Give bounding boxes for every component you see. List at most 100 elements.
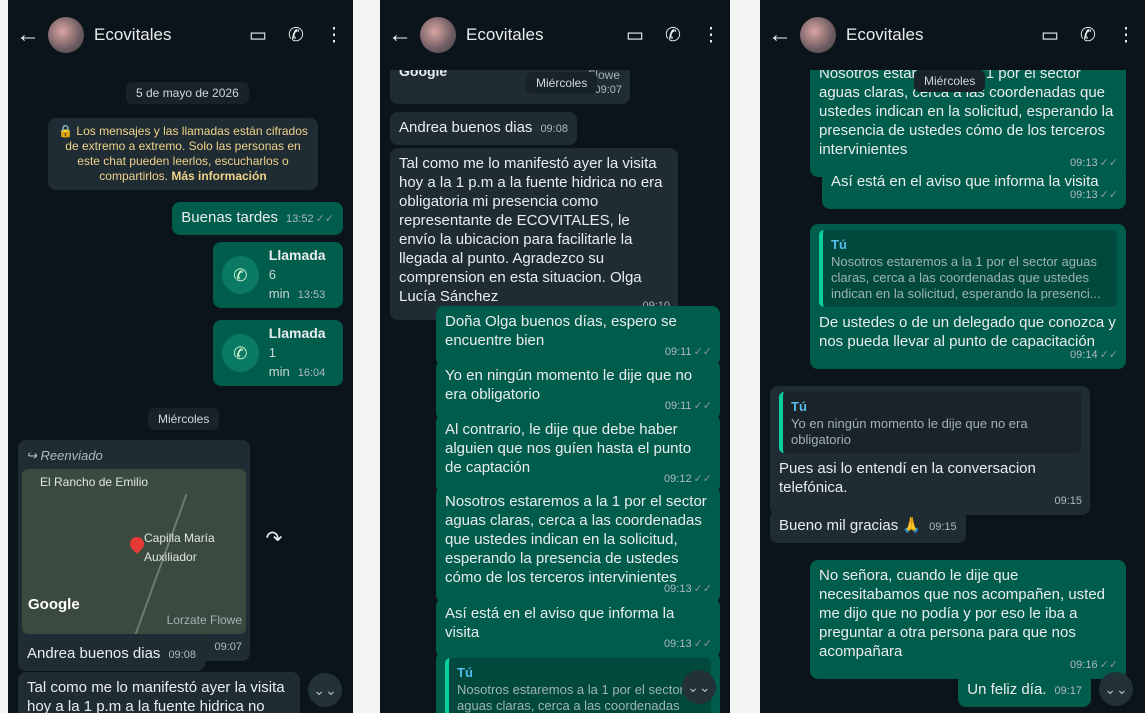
scroll-down-icon[interactable]: ⌄⌄ (682, 670, 716, 704)
map-caption: Lorzate Flowe (166, 613, 242, 627)
map-label: Capilla María Auxiliador (144, 531, 215, 564)
chat-header: ← Ecovitales ▭ ✆ ⋮ (8, 0, 353, 70)
quote-text: Nosotros estaremos a la 1 por el sector … (457, 682, 684, 713)
phone-icon[interactable]: ✆ (1069, 24, 1107, 47)
day-chip: Miércoles (148, 408, 220, 430)
message-in[interactable]: Andrea buenos dias 09:08 (18, 638, 205, 671)
read-ticks-icon: ✓✓ (693, 583, 712, 595)
call-bubble[interactable]: ✆ Llamada 1 min 16:04 (213, 320, 343, 386)
message-out[interactable]: No señora, cuando le dije que necesitaba… (810, 560, 1126, 679)
message-time: 09:17 (1054, 685, 1082, 697)
quote-author: Tú (791, 399, 807, 414)
quote-author: Tú (457, 665, 473, 680)
call-time: 16:04 (297, 366, 326, 379)
more-info-link[interactable]: Más información (171, 169, 266, 183)
call-bubble[interactable]: ✆ Llamada 6 min 13:53 (213, 242, 343, 308)
avatar[interactable] (420, 17, 456, 53)
phone-icon[interactable]: ✆ (654, 24, 692, 47)
lock-icon: 🔒 (58, 124, 74, 138)
message-out[interactable]: Tú Nosotros estaremos a la 1 por el sect… (810, 224, 1126, 369)
video-call-icon[interactable]: ▭ (1031, 24, 1069, 47)
message-text: Así está en el aviso que informa la visi… (445, 605, 675, 641)
scroll-down-icon[interactable]: ⌄⌄ (1099, 672, 1133, 706)
message-time: 09:11 (664, 346, 692, 358)
quote-text: Yo en ningún momento le dije que no era … (791, 416, 1028, 447)
read-ticks-icon: ✓✓ (693, 346, 712, 358)
message-time: 09:08 (540, 123, 568, 135)
forward-icon[interactable]: ↷ (256, 520, 292, 556)
message-out[interactable]: Buenas tardes 13:52 ✓✓ (172, 202, 343, 235)
encryption-notice[interactable]: 🔒 Los mensajes y las llamadas están cifr… (48, 118, 318, 190)
quoted-message[interactable]: Tú Nosotros estaremos a la 1 por el sect… (819, 230, 1117, 307)
message-text: Nosotros estaremos a la 1 por el sector … (445, 493, 707, 586)
quote-author: Tú (831, 237, 847, 252)
more-menu-icon[interactable]: ⋮ (1107, 24, 1145, 47)
message-time: 09:11 (664, 400, 692, 412)
back-arrow-icon[interactable]: ← (8, 21, 48, 49)
quoted-message[interactable]: Tú Nosotros estaremos a la 1 por el sect… (445, 658, 711, 713)
message-out[interactable]: Yo en ningún momento le dije que no era … (436, 360, 720, 420)
message-in[interactable]: Bueno mil gracias 🙏 09:15 (770, 510, 966, 543)
contact-name[interactable]: Ecovitales (846, 25, 1031, 45)
call-title: Llamada (268, 324, 326, 341)
message-text: Bueno mil gracias 🙏 (779, 517, 922, 534)
chat-screenshot-1: ← Ecovitales ▭ ✆ ⋮ 5 de mayo de 2026 🔒 L… (8, 0, 353, 713)
more-menu-icon[interactable]: ⋮ (315, 24, 353, 47)
message-text: Doña Olga buenos días, espero se encuent… (445, 313, 677, 349)
call-time: 13:53 (297, 288, 326, 301)
message-in[interactable]: Tú Yo en ningún momento le dije que no e… (770, 386, 1090, 515)
read-ticks-icon: ✓✓ (1099, 349, 1118, 361)
day-chip: Miércoles (914, 70, 986, 92)
avatar[interactable] (800, 17, 836, 53)
chat-header: ← Ecovitales ▭ ✆ ⋮ (760, 0, 1145, 70)
map-preview[interactable]: El Rancho de Emilio Capilla María Auxili… (22, 469, 246, 634)
message-out[interactable]: Doña Olga buenos días, espero se encuent… (436, 306, 720, 366)
contact-name[interactable]: Ecovitales (94, 25, 239, 45)
avatar[interactable] (48, 17, 84, 53)
message-text: Tal como me lo manifestó ayer la visita … (399, 155, 663, 305)
read-ticks-icon: ✓✓ (693, 638, 712, 650)
message-text: Al contrario, le dije que debe haber alg… (445, 421, 692, 476)
message-time: 09:13 (1070, 189, 1098, 201)
message-text: Pues asi lo entendí en la conversacion t… (779, 460, 1036, 496)
chat-screenshot-3: ← Ecovitales ▭ ✆ ⋮ Nosotros estaremos a … (760, 0, 1145, 713)
google-logo: Google (28, 596, 80, 613)
read-ticks-icon: ✓✓ (1099, 189, 1118, 201)
message-in[interactable]: Tal como me lo manifestó ayer la visita … (390, 148, 678, 320)
more-menu-icon[interactable]: ⋮ (692, 24, 730, 47)
quoted-message[interactable]: Tú Yo en ningún momento le dije que no e… (779, 392, 1081, 453)
message-out[interactable]: Un feliz día. 09:17 (958, 674, 1091, 707)
video-call-icon[interactable]: ▭ (239, 24, 277, 47)
read-ticks-icon: ✓✓ (315, 213, 334, 225)
quote-text: Nosotros estaremos a la 1 por el sector … (831, 254, 1101, 301)
message-text: De ustedes o de un delegado que conozca … (819, 314, 1116, 350)
message-time: 09:14 (1070, 349, 1098, 361)
phone-icon[interactable]: ✆ (277, 24, 315, 47)
message-out[interactable]: Así está en el aviso que informa la visi… (822, 166, 1126, 209)
chat-body[interactable]: 5 de mayo de 2026 🔒 Los mensajes y las l… (8, 70, 353, 713)
contact-name[interactable]: Ecovitales (466, 25, 616, 45)
call-title: Llamada (268, 246, 326, 263)
message-text: Así está en el aviso que informa la visi… (831, 173, 1099, 190)
chat-body[interactable]: Nosotros estaremos a la 1 por el sector … (760, 56, 1145, 713)
message-out[interactable]: Así está en el aviso que informa la visi… (436, 598, 720, 658)
map-label: El Rancho de Emilio (40, 475, 149, 489)
scroll-down-icon[interactable]: ⌄⌄ (308, 673, 342, 707)
message-text: Andrea buenos dias (399, 119, 533, 136)
call-incoming-icon: ✆ (222, 256, 259, 294)
back-arrow-icon[interactable]: ← (760, 21, 800, 49)
message-time: 09:15 (929, 521, 957, 533)
message-time: 13:52 (286, 213, 314, 225)
message-time: 09:12 (664, 473, 692, 485)
message-out[interactable]: Al contrario, le dije que debe haber alg… (436, 414, 720, 493)
message-in[interactable]: Tal como me lo manifestó ayer la visita … (18, 672, 300, 713)
message-in[interactable]: Andrea buenos dias 09:08 (390, 112, 577, 145)
forwarded-location-message[interactable]: ↪ Reenviado El Rancho de Emilio Capilla … (18, 440, 250, 661)
message-out[interactable]: Nosotros estaremos a la 1 por el sector … (436, 486, 720, 603)
call-duration: 1 min (268, 344, 290, 379)
message-out[interactable]: Tú Nosotros estaremos a la 1 por el sect… (436, 652, 720, 713)
video-call-icon[interactable]: ▭ (616, 24, 654, 47)
back-arrow-icon[interactable]: ← (380, 21, 420, 49)
chat-body[interactable]: Google e Flowe 09:07 Miércoles Andrea bu… (380, 56, 730, 713)
read-ticks-icon: ✓✓ (693, 400, 712, 412)
